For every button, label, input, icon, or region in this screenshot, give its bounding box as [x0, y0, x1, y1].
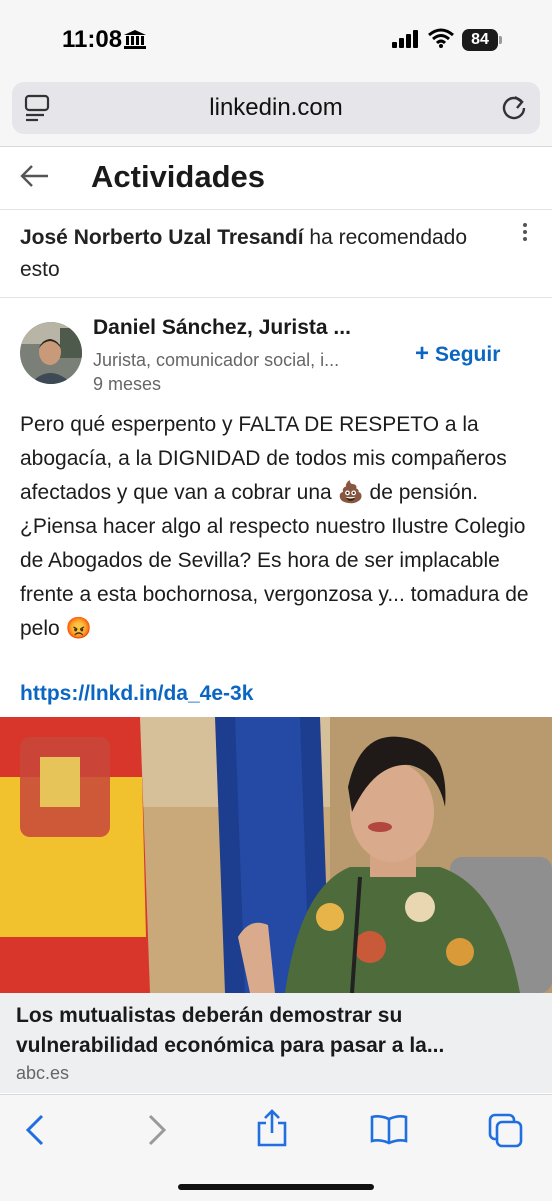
follow-label: Seguir	[435, 343, 501, 366]
activity-line: José Norberto Uzal Tresandí ha recomenda…	[20, 222, 490, 286]
bookmarks-icon[interactable]	[370, 1113, 408, 1145]
follow-button[interactable]: + Seguir	[415, 340, 500, 368]
battery-indicator: 84	[462, 29, 498, 51]
share-icon[interactable]	[256, 1109, 288, 1147]
author-headline: Jurista, comunicador social, i...	[93, 350, 340, 370]
post-text: Pero qué esperpento y FALTA DE RESPETO a…	[20, 413, 529, 640]
avatar[interactable]	[20, 322, 82, 384]
post-time: 9 meses	[93, 374, 162, 394]
signal-icon	[392, 30, 418, 48]
activity-actor[interactable]: José Norberto Uzal Tresandí	[20, 226, 304, 249]
url-text[interactable]: linkedin.com	[12, 94, 540, 122]
post-link[interactable]: https://lnkd.in/da_4e-3k	[20, 682, 253, 706]
plus-icon: +	[415, 340, 430, 367]
article-image[interactable]	[0, 717, 552, 993]
page-title: Actividades	[91, 159, 266, 194]
article-title[interactable]: Los mutualistas deberán demostrar su vul…	[16, 1001, 536, 1061]
clock: 11:08	[62, 26, 123, 53]
tabs-icon[interactable]	[488, 1113, 524, 1149]
page-header: Actividades	[0, 147, 552, 210]
reload-icon[interactable]	[500, 93, 528, 121]
article-card-meta[interactable]: Los mutualistas deberán demostrar su vul…	[0, 993, 552, 1093]
back-icon[interactable]	[24, 1113, 48, 1147]
home-indicator[interactable]	[178, 1184, 374, 1190]
forward-icon[interactable]	[144, 1113, 168, 1147]
browser-address-area: linkedin.com	[0, 76, 552, 147]
more-vertical-icon[interactable]	[522, 222, 528, 242]
back-arrow-icon[interactable]	[20, 163, 50, 189]
article-source: abc.es	[16, 1063, 70, 1083]
bank-icon	[124, 30, 146, 49]
status-bar: 11:08 84	[0, 0, 552, 76]
battery-tip	[499, 36, 502, 44]
address-bar[interactable]: linkedin.com	[12, 82, 540, 134]
divider	[0, 297, 552, 298]
wifi-icon	[428, 28, 454, 48]
author-name[interactable]: Daniel Sánchez, Jurista ...	[93, 316, 351, 340]
